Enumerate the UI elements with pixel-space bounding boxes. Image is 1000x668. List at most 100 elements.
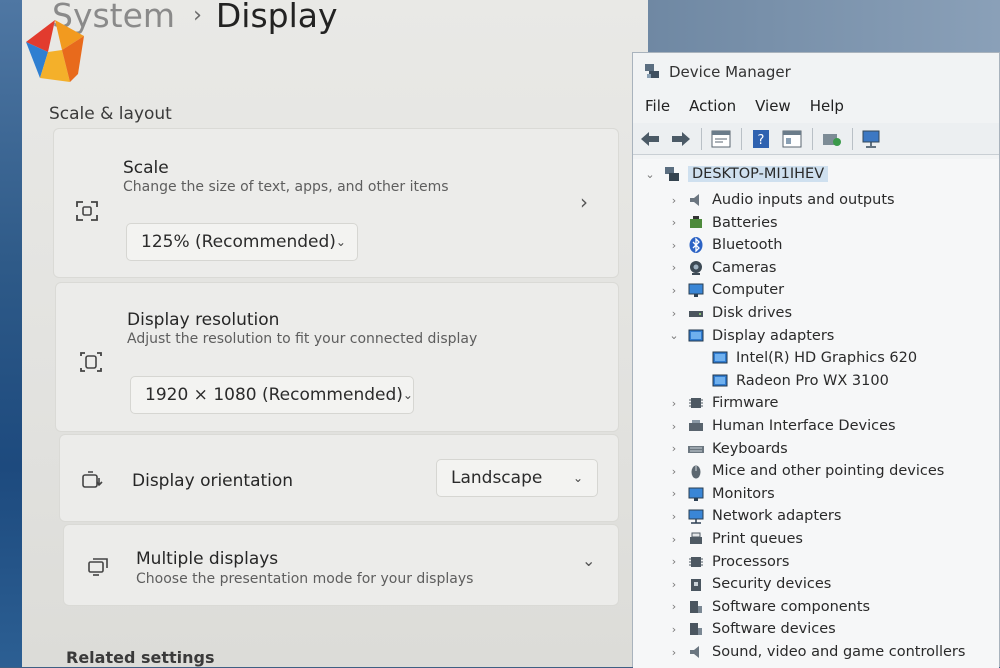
expand-chevron-icon[interactable]: › [667,600,681,613]
multiple-displays-card[interactable]: Multiple displays Choose the presentatio… [63,524,619,606]
display-orientation-card: Display orientation Landscape ⌄ [59,434,619,522]
display-icon [712,351,728,364]
back-arrow-icon[interactable] [637,127,663,151]
scale-icon [76,201,98,221]
display-resolution-title: Display resolution [127,310,280,330]
toolbar-separator [741,127,742,150]
menu-file[interactable]: File [645,97,670,115]
tree-category[interactable]: ›Storage controllers [667,664,850,668]
device-manager-window: Device Manager File Action View Help ? ⌄… [632,52,1000,668]
expand-chevron-icon[interactable]: › [667,623,681,636]
tree-category[interactable]: › Batteries [667,212,778,234]
expand-chevron-icon[interactable]: › [667,194,681,207]
breadcrumb: System › Display [52,0,338,35]
component-icon [690,600,702,613]
svg-text:?: ? [758,133,765,148]
scale-dropdown-value: 125% (Recommended) [141,232,336,252]
display-resolution-dropdown[interactable]: 1920 × 1080 (Recommended) ⌄ [130,376,414,414]
window-title: Device Manager [669,63,791,81]
scale-dropdown[interactable]: 125% (Recommended) ⌄ [126,223,358,261]
tree-category[interactable]: › Computer [667,279,784,301]
menu-help[interactable]: Help [810,97,844,115]
chevron-down-icon: ⌄ [572,471,583,485]
tree-category[interactable]: › Audio inputs and outputs [667,189,895,211]
tree-item-label: Mice and other pointing devices [712,463,945,480]
expand-chevron-icon[interactable]: › [667,397,681,410]
tree-subitem[interactable]: Radeon Pro WX 3100 [667,370,889,392]
expand-chevron-icon[interactable]: › [667,420,681,433]
computer-root-icon [665,167,679,181]
menu-view[interactable]: View [755,97,791,115]
tree-item-label: Print queues [712,531,803,547]
expand-chevron-icon[interactable]: › [667,646,681,659]
collapse-chevron-icon[interactable]: ⌄ [667,329,681,342]
expand-chevron-icon[interactable]: › [667,261,681,274]
hid-icon [689,420,703,431]
audio-icon [690,646,699,658]
tree-category[interactable]: › Disk drives [667,302,792,324]
tree-root-label: DESKTOP-MI1IHEV [688,166,829,182]
tree-category[interactable]: › Sound, video and game controllers [667,641,966,663]
expand-chevron-icon[interactable]: › [667,442,681,455]
chevron-down-icon[interactable]: ⌄ [582,551,595,570]
page-title: Display [215,0,338,35]
tree-item-label: Batteries [712,214,778,231]
tree-item-label: Processors [712,553,790,570]
toolbar-separator [852,127,853,150]
tree-category[interactable]: › Firmware [667,392,779,414]
tree-category[interactable]: › Keyboards [667,438,788,460]
menu-action[interactable]: Action [689,97,736,115]
audio-icon [690,194,699,206]
expand-chevron-icon[interactable]: › [667,555,681,568]
tree-item-label: Software components [712,598,871,615]
help-icon[interactable]: ? [748,127,774,151]
chevron-right-icon[interactable]: › [580,190,588,214]
view-icon[interactable] [779,127,805,151]
tree-category[interactable]: › Monitors [667,483,775,505]
expand-chevron-icon[interactable]: › [667,284,681,297]
display-orientation-dropdown[interactable]: Landscape ⌄ [436,459,598,497]
collapse-chevron-icon[interactable]: ⌄ [643,168,657,181]
tree-category[interactable]: › Print queues [667,528,803,550]
keyboard-icon [688,445,704,453]
device-manager-app-icon [645,64,659,78]
tree-item-label: Network adapters [712,508,842,525]
tree-category[interactable]: › Software devices [667,618,836,640]
tree-item-label: Intel(R) HD Graphics 620 [736,350,918,367]
expand-chevron-icon[interactable]: › [667,239,681,252]
tree-category[interactable]: ⌄ Display adapters [667,325,834,347]
tree-category[interactable]: › Mice and other pointing devices [667,460,945,482]
update-driver-icon[interactable] [819,127,845,151]
tree-category[interactable]: › Software components [667,596,870,618]
tree-category[interactable]: › Cameras [667,257,777,279]
monitor-icon [688,283,704,298]
scale-card[interactable]: Scale Change the size of text, apps, and… [53,128,619,278]
expand-chevron-icon[interactable]: › [667,510,681,523]
properties-icon[interactable] [708,127,734,151]
expand-chevron-icon[interactable]: › [667,307,681,320]
tree-category[interactable]: › Network adapters [667,505,842,527]
scan-hardware-icon[interactable] [859,127,885,151]
desktop-background-top [648,0,1000,52]
chevron-down-icon: ⌄ [402,388,413,402]
tree-category[interactable]: › Processors [667,551,790,573]
component-icon [690,623,702,636]
expand-chevron-icon[interactable]: › [667,533,681,546]
tree-item-label: Firmware [712,395,779,412]
tree-root-computer[interactable]: ⌄ DESKTOP-MI1IHEV [643,163,829,185]
forward-arrow-icon[interactable] [668,127,694,151]
expand-chevron-icon[interactable]: › [667,465,681,478]
toolbar-separator [812,127,813,150]
expand-chevron-icon[interactable]: › [667,578,681,591]
tree-item-label: Radeon Pro WX 3100 [736,372,889,389]
tree-subitem[interactable]: Intel(R) HD Graphics 620 [667,347,917,369]
tree-category[interactable]: › Human Interface Devices [667,415,896,437]
desktop-background [0,0,22,667]
expand-chevron-icon[interactable]: › [667,216,681,229]
expand-chevron-icon[interactable]: › [667,487,681,500]
tree-category[interactable]: › Bluetooth [667,234,782,256]
camera-icon [690,260,702,275]
related-settings-heading: Related settings [66,648,215,667]
breadcrumb-separator: › [193,3,202,28]
tree-category[interactable]: › Security devices [667,573,832,595]
